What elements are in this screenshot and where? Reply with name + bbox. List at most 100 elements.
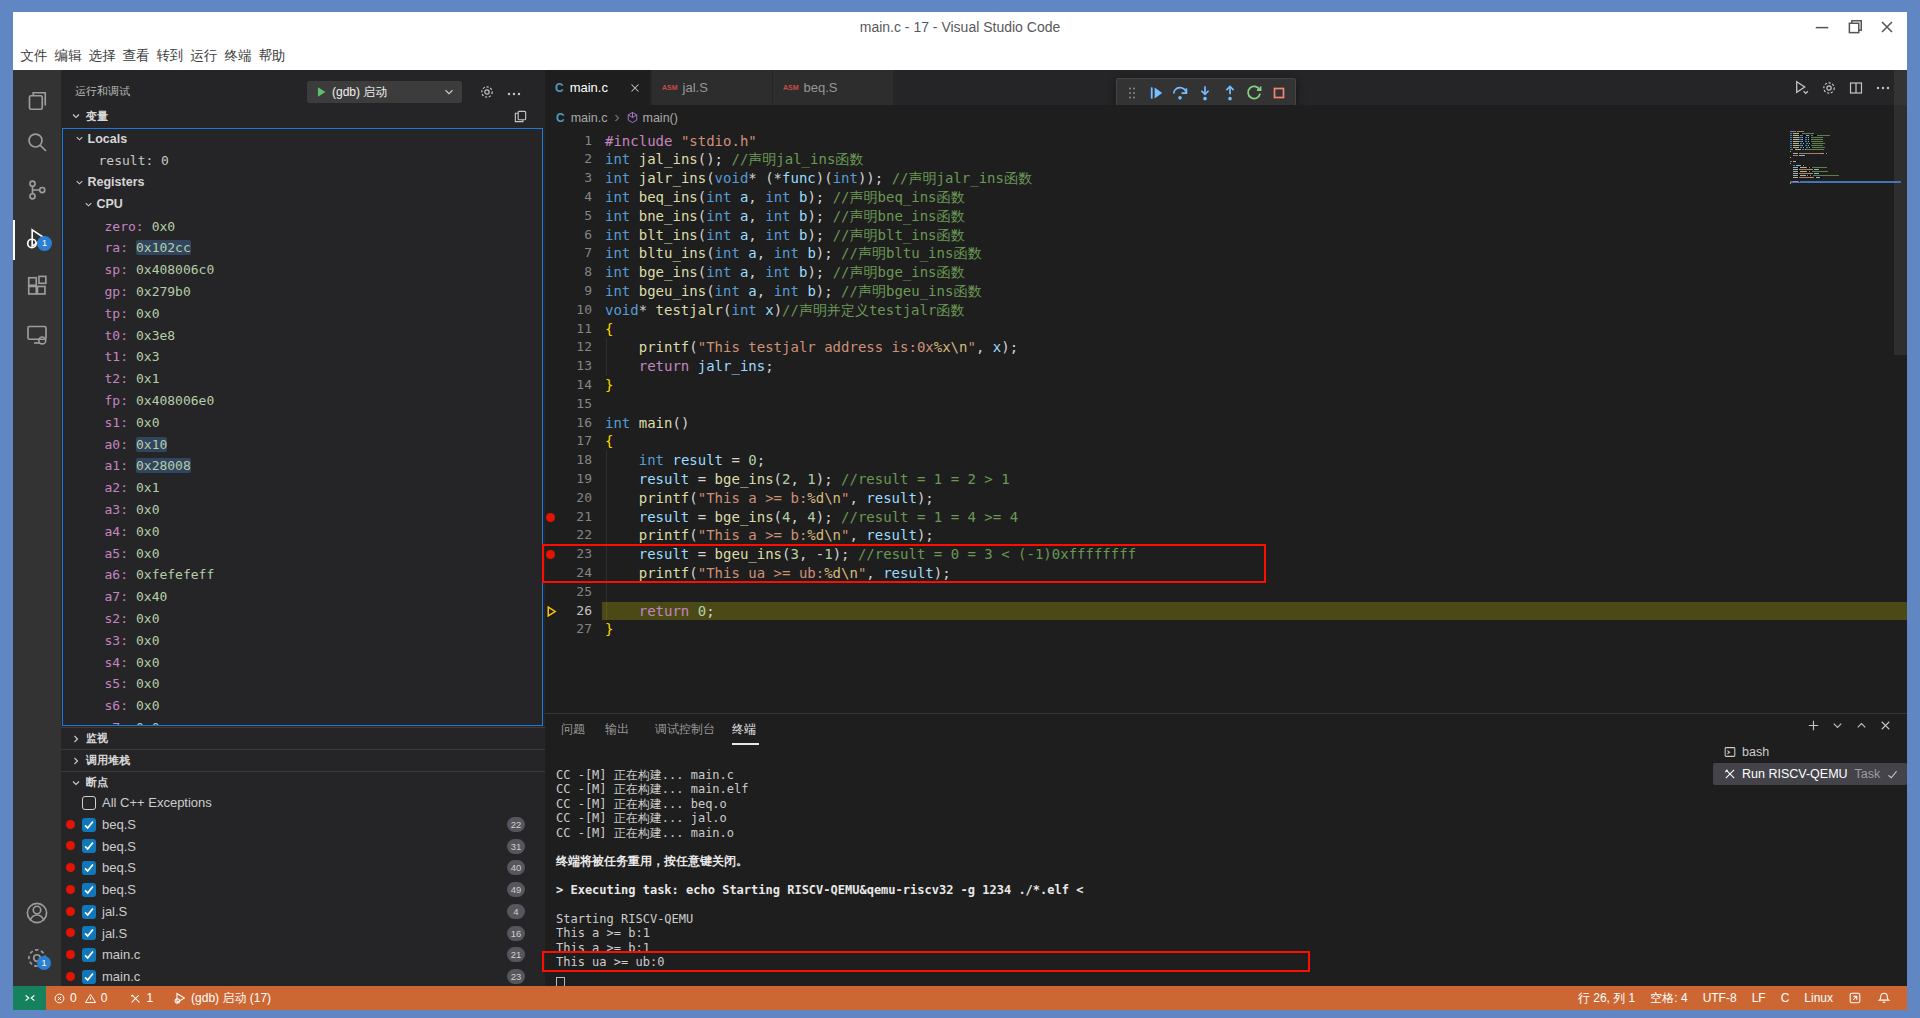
maximize-button[interactable] xyxy=(1845,12,1865,42)
feedback-icon[interactable] xyxy=(1848,991,1862,1005)
tab-jal.S[interactable]: ASMjal.S xyxy=(652,70,772,105)
tree-item-register-s3[interactable]: s3:0x0 xyxy=(63,629,542,651)
tree-item-register-t1[interactable]: t1:0x3 xyxy=(63,346,542,368)
variables-panel-icon[interactable] xyxy=(513,109,528,124)
explorer-icon[interactable] xyxy=(25,89,49,113)
tree-item-register-a5[interactable]: a5:0x0 xyxy=(63,542,542,564)
more-actions-icon[interactable] xyxy=(1875,80,1891,96)
tree-item-register-a1[interactable]: a1:0x28008 xyxy=(63,455,542,477)
tree-item-register-s4[interactable]: s4:0x0 xyxy=(63,651,542,673)
cursor-position[interactable]: 行 26, 列 1 xyxy=(1578,990,1635,1007)
chevron-down-icon[interactable] xyxy=(1830,718,1845,733)
breakpoints-section-header[interactable]: 断点 xyxy=(61,771,545,793)
account-icon[interactable] xyxy=(25,901,49,925)
breakpoint-dot-icon[interactable] xyxy=(546,513,555,522)
tree-item-register-s7[interactable]: s7:0x0 xyxy=(63,717,542,726)
tab-main.c[interactable]: Cmain.c xyxy=(545,70,650,105)
breakpoint-row[interactable]: beq.S49 xyxy=(61,879,545,901)
editor-scrollbar[interactable] xyxy=(1894,70,1907,355)
panel-tab-调试控制台[interactable]: 调试控制台 xyxy=(655,714,715,744)
breakpoint-row[interactable]: beq.S31 xyxy=(61,835,545,857)
tree-item-register-a7[interactable]: a7:0x40 xyxy=(63,586,542,608)
variables-section-header[interactable]: 变量 xyxy=(61,105,545,127)
tree-item-register-t0[interactable]: t0:0x3e8 xyxy=(63,324,542,346)
tree-item-register-a6[interactable]: a6:0xfefefeff xyxy=(63,564,542,586)
minimize-button[interactable] xyxy=(1812,12,1832,42)
tab-close-icon[interactable] xyxy=(628,81,642,95)
tree-item-register-s5[interactable]: s5:0x0 xyxy=(63,673,542,695)
problems-status[interactable]: 0 0 xyxy=(53,991,107,1005)
tree-item-register-gp[interactable]: gp:0x279b0 xyxy=(63,281,542,303)
panel-tab-终端[interactable]: 终端 xyxy=(732,714,756,744)
tree-item-register-a0[interactable]: a0:0x10 xyxy=(63,433,542,455)
notifications-bell-icon[interactable] xyxy=(1877,991,1891,1005)
breakpoint-row[interactable]: jal.S16 xyxy=(61,922,545,944)
checkbox-checked[interactable] xyxy=(82,905,96,919)
tree-item-registers[interactable]: Registers xyxy=(63,172,542,194)
breakpoint-row[interactable]: jal.S4 xyxy=(61,901,545,923)
menu-item-4[interactable]: 转到 xyxy=(153,47,187,65)
breadcrumb-file[interactable]: main.c xyxy=(571,111,608,125)
breakpoint-row[interactable]: beq.S22 xyxy=(61,814,545,836)
search-icon[interactable] xyxy=(25,130,49,154)
close-button[interactable] xyxy=(1877,12,1897,42)
tree-item-register-sp[interactable]: sp:0x408006c0 xyxy=(63,259,542,281)
breakpoint-row[interactable]: beq.S40 xyxy=(61,857,545,879)
menu-item-7[interactable]: 帮助 xyxy=(255,47,289,65)
toolbar-grip-icon[interactable] xyxy=(1124,85,1140,101)
debug-session-status[interactable]: (gdb) 启动 (17) xyxy=(173,990,271,1007)
breakpoint-row[interactable]: main.c21 xyxy=(61,944,545,966)
checkbox-checked[interactable] xyxy=(82,926,96,940)
encoding[interactable]: UTF-8 xyxy=(1703,991,1737,1005)
tree-item-register-ra[interactable]: ra:0x102cc xyxy=(63,237,542,259)
remote-explorer-icon[interactable] xyxy=(25,322,49,346)
debug-settings-gear-icon[interactable] xyxy=(479,84,495,100)
tree-item-register-tp[interactable]: tp:0x0 xyxy=(63,302,542,324)
run-file-icon[interactable] xyxy=(1793,79,1810,96)
source-control-icon[interactable] xyxy=(25,178,49,202)
launch-config-dropdown[interactable]: (gdb) 启动 xyxy=(307,81,462,103)
task-item-Run RISCV-QEMU[interactable]: Run RISCV-QEMUTask xyxy=(1713,763,1907,785)
step-over-icon[interactable] xyxy=(1171,84,1189,102)
remote-indicator[interactable] xyxy=(13,986,46,1010)
code-area[interactable]: 1#include "stdio.h"2int jal_ins(); //声明j… xyxy=(545,130,1907,713)
extensions-icon[interactable] xyxy=(25,274,49,298)
checkbox-checked[interactable] xyxy=(82,861,96,875)
callstack-section-header[interactable]: 调用堆栈 xyxy=(61,749,545,771)
panel-tab-问题[interactable]: 问题 xyxy=(561,714,585,744)
restart-icon[interactable] xyxy=(1245,84,1263,102)
menu-item-2[interactable]: 选择 xyxy=(85,47,119,65)
tree-item-locals[interactable]: Locals xyxy=(63,128,542,150)
eol-setting[interactable]: LF xyxy=(1752,991,1766,1005)
menu-item-1[interactable]: 编辑 xyxy=(51,47,85,65)
gear-icon[interactable] xyxy=(1821,80,1837,96)
running-tasks-status[interactable]: 1 xyxy=(129,991,153,1005)
tree-item-local-result[interactable]: result: 0 xyxy=(63,150,542,172)
tree-item-register-a2[interactable]: a2:0x1 xyxy=(63,477,542,499)
maximize-panel-icon[interactable] xyxy=(1854,718,1869,733)
tree-item-register-t2[interactable]: t2:0x1 xyxy=(63,368,542,390)
tree-item-cpu[interactable]: CPU xyxy=(63,193,542,215)
step-into-icon[interactable] xyxy=(1196,84,1214,102)
checkbox-checked[interactable] xyxy=(82,970,96,984)
breakpoint-exceptions[interactable]: All C++ Exceptions xyxy=(61,792,545,814)
new-terminal-icon[interactable] xyxy=(1806,718,1821,733)
checkbox-checked[interactable] xyxy=(82,839,96,853)
checkbox-checked[interactable] xyxy=(82,948,96,962)
watch-section-header[interactable]: 监视 xyxy=(61,727,545,749)
sidebar-more-actions-icon[interactable] xyxy=(506,86,522,102)
continue-icon[interactable] xyxy=(1147,84,1165,102)
language-mode[interactable]: C xyxy=(1781,991,1790,1005)
checkbox-checked[interactable] xyxy=(82,818,96,832)
tree-item-register-s1[interactable]: s1:0x0 xyxy=(63,411,542,433)
checkbox-unchecked[interactable] xyxy=(82,796,96,810)
tree-item-register-s2[interactable]: s2:0x0 xyxy=(63,608,542,630)
breakpoint-row[interactable]: main.c23 xyxy=(61,966,545,986)
menu-item-0[interactable]: 文件 xyxy=(17,47,51,65)
indent-setting[interactable]: 空格: 4 xyxy=(1650,990,1687,1007)
breadcrumb-symbol[interactable]: main() xyxy=(643,111,678,125)
menu-item-5[interactable]: 运行 xyxy=(187,47,221,65)
tree-item-register-a4[interactable]: a4:0x0 xyxy=(63,520,542,542)
tree-item-register-a3[interactable]: a3:0x0 xyxy=(63,499,542,521)
tree-item-register-fp[interactable]: fp:0x408006e0 xyxy=(63,390,542,412)
